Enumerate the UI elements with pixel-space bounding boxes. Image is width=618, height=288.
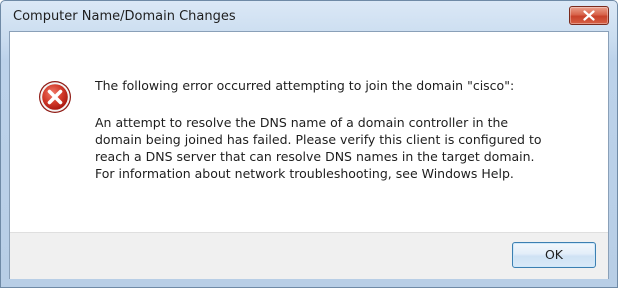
close-button[interactable] bbox=[569, 6, 609, 25]
message-line: For information about network troublesho… bbox=[95, 166, 514, 181]
content-area: The following error occurred attempting … bbox=[10, 32, 608, 232]
error-icon bbox=[39, 81, 71, 113]
error-message: An attempt to resolve the DNS name of a … bbox=[95, 114, 600, 182]
dialog-window: Computer Name/Domain Changes The followi… bbox=[0, 0, 618, 288]
dialog-title: Computer Name/Domain Changes bbox=[13, 9, 236, 24]
message-line: reach a DNS server that can resolve DNS … bbox=[95, 149, 535, 164]
close-icon bbox=[583, 10, 595, 21]
dialog-body: The following error occurred attempting … bbox=[9, 31, 609, 279]
error-heading: The following error occurred attempting … bbox=[95, 78, 515, 93]
button-bar: OK bbox=[10, 232, 608, 279]
ok-button[interactable]: OK bbox=[512, 242, 596, 268]
message-line: An attempt to resolve the DNS name of a … bbox=[95, 115, 509, 130]
message-line: domain being joined has failed. Please v… bbox=[95, 132, 542, 147]
title-bar[interactable]: Computer Name/Domain Changes bbox=[1, 1, 617, 31]
